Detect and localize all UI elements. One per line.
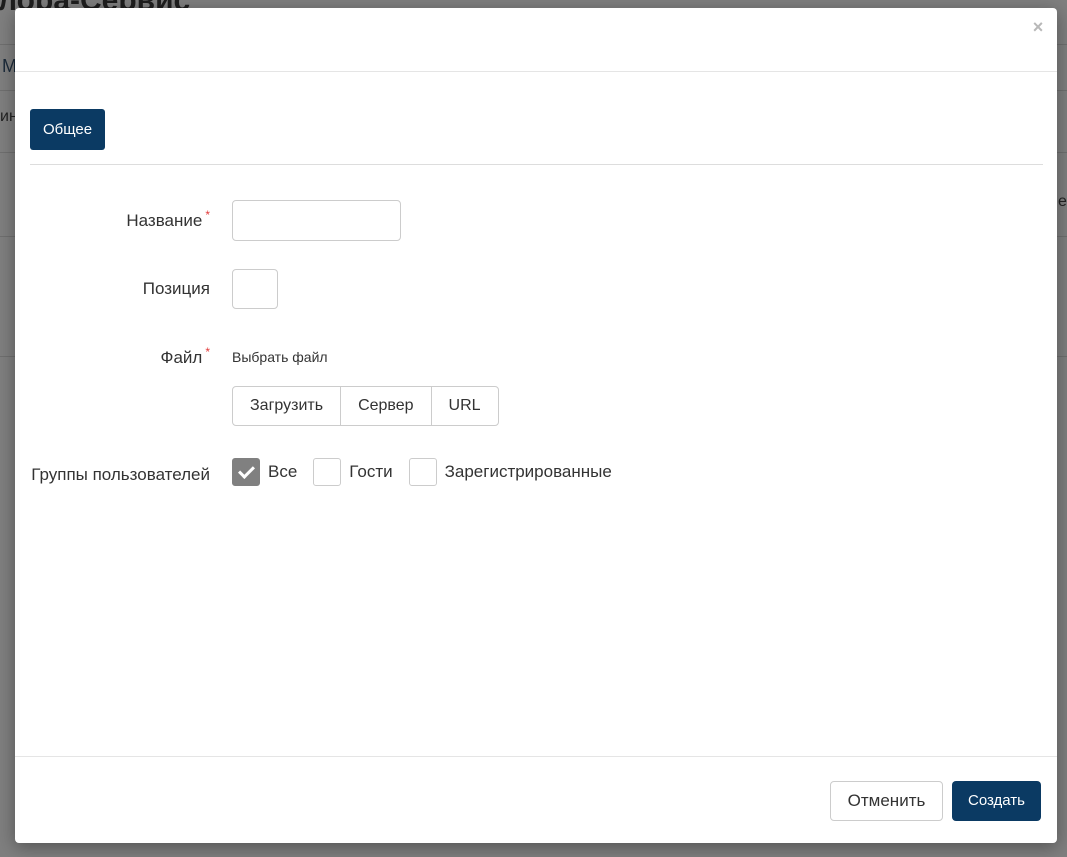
user-groups-label: Группы пользователей [31, 465, 210, 484]
name-input[interactable] [232, 200, 401, 241]
file-label-text: Файл [160, 348, 203, 367]
modal-tabs: Общее [30, 109, 1043, 165]
modal-footer: Отменить Создать [15, 756, 1057, 844]
url-button[interactable]: URL [430, 386, 499, 426]
file-source-group: Загрузить Сервер URL [232, 386, 499, 426]
required-mark: * [205, 345, 210, 359]
modal-header: × [15, 8, 1057, 72]
checkbox-registered[interactable] [408, 458, 437, 486]
name-label-text: Название [126, 211, 203, 230]
tab-general[interactable]: Общее [30, 109, 106, 150]
name-label: Название * [126, 208, 210, 231]
file-select-title: Выбрать файл [232, 349, 328, 365]
close-icon[interactable]: × [1029, 18, 1047, 36]
create-button[interactable]: Создать [952, 781, 1041, 821]
checkbox-guests[interactable] [313, 458, 342, 486]
upload-button[interactable]: Загрузить [232, 386, 342, 426]
checkbox-guests-label: Гости [349, 462, 393, 481]
server-button[interactable]: Сервер [340, 386, 432, 426]
cancel-button[interactable]: Отменить [830, 781, 943, 821]
checkbox-all[interactable] [232, 458, 260, 486]
checkbox-all-label: Все [268, 462, 298, 481]
create-item-modal: × Общее Название * Позиция Файл * Выбрать … [15, 8, 1057, 843]
position-label: Позиция [142, 279, 210, 298]
required-mark: * [205, 208, 210, 222]
user-groups-checkboxes: Все Гости Зарегистрированные [232, 458, 628, 486]
background-text-fragment: е [1058, 193, 1067, 210]
checkbox-registered-label: Зарегистрированные [444, 462, 612, 481]
position-input[interactable] [232, 269, 278, 309]
file-label: Файл * [160, 345, 210, 368]
